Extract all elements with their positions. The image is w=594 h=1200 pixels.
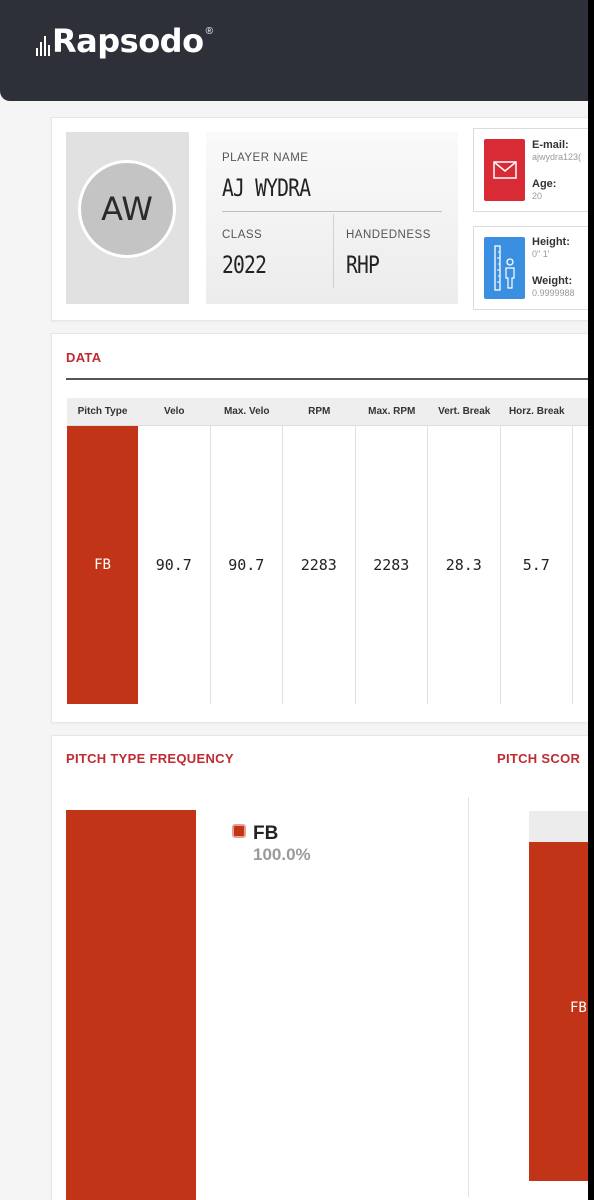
col-horz-break[interactable]: Horz. Break [501, 398, 574, 425]
legend-value: 100.0% [253, 845, 311, 864]
height-ruler-icon [484, 237, 525, 299]
vert-break-cell: 28.3 [428, 426, 501, 704]
col-pitch-type[interactable]: Pitch Type [67, 398, 138, 425]
col-max-velo[interactable]: Max. Velo [211, 398, 284, 425]
avatar: AW [78, 160, 176, 258]
app-canvas: Rapsodo ® AW PLAYER NAME AJ WYDRA CLASS … [0, 0, 588, 1200]
class-value: 2022 [222, 251, 267, 279]
info-vertical-divider [333, 214, 334, 288]
legend-swatch [232, 824, 246, 838]
height-label: Height: [532, 236, 570, 248]
class-label: CLASS [222, 229, 263, 241]
data-table-header: Pitch Type Velo Max. Velo RPM Max. RPM V… [67, 398, 588, 426]
height-value: 0" 1' [532, 249, 550, 259]
frequency-title: PITCH TYPE FREQUENCY [66, 751, 234, 766]
weight-label: Weight: [532, 275, 573, 287]
col-max-rpm[interactable]: Max. RPM [356, 398, 429, 425]
col-rpm[interactable]: RPM [283, 398, 356, 425]
pitch-type-cell: FB [67, 426, 138, 704]
chart-divider [468, 797, 469, 1197]
legend-label: FB [253, 823, 279, 844]
player-name-label: PLAYER NAME [222, 152, 309, 164]
horz-break-cell: 5.7 [501, 426, 573, 704]
info-divider [222, 211, 442, 212]
top-header: Rapsodo ® [0, 0, 588, 101]
player-name: AJ WYDRA [222, 174, 311, 202]
email-value[interactable]: ajwydra123( [532, 152, 581, 162]
max-rpm-cell: 2283 [356, 426, 428, 704]
col-vert-break[interactable]: Vert. Break [428, 398, 501, 425]
rpm-cell: 2283 [283, 426, 356, 704]
logo-bars-icon [36, 34, 50, 56]
weight-value: 0.9999988 [532, 288, 575, 298]
body-stats-card: Height: 0" 1' Weight: 0.9999988 [473, 226, 588, 310]
handedness-value: RHP [346, 251, 380, 279]
table-row: FB 90.7 90.7 2283 2283 28.3 5.7 [67, 426, 588, 704]
age-value: 20 [532, 191, 543, 201]
rapsodo-logo[interactable]: Rapsodo ® [36, 22, 213, 60]
registered-mark: ® [205, 26, 213, 37]
data-title-underline [66, 378, 588, 380]
velo-cell: 90.7 [138, 426, 211, 704]
score-bar-label: FB [570, 1000, 587, 1016]
data-section-title: DATA [66, 350, 102, 365]
frequency-bar [66, 810, 196, 1200]
player-info-panel: PLAYER NAME AJ WYDRA CLASS 2022 HANDEDNE… [206, 132, 458, 304]
contact-card: E-mail: ajwydra123( Age: 20 [473, 128, 588, 212]
brand-name: Rapsodo [52, 22, 204, 60]
pitch-score-title: PITCH SCOR [497, 751, 581, 766]
email-label: E-mail: [532, 139, 569, 151]
max-velo-cell: 90.7 [211, 426, 283, 704]
handedness-label: HANDEDNESS [346, 229, 431, 241]
avatar-panel: AW [66, 132, 189, 304]
col-velo[interactable]: Velo [138, 398, 211, 425]
age-label: Age: [532, 178, 557, 190]
envelope-icon [484, 139, 525, 201]
